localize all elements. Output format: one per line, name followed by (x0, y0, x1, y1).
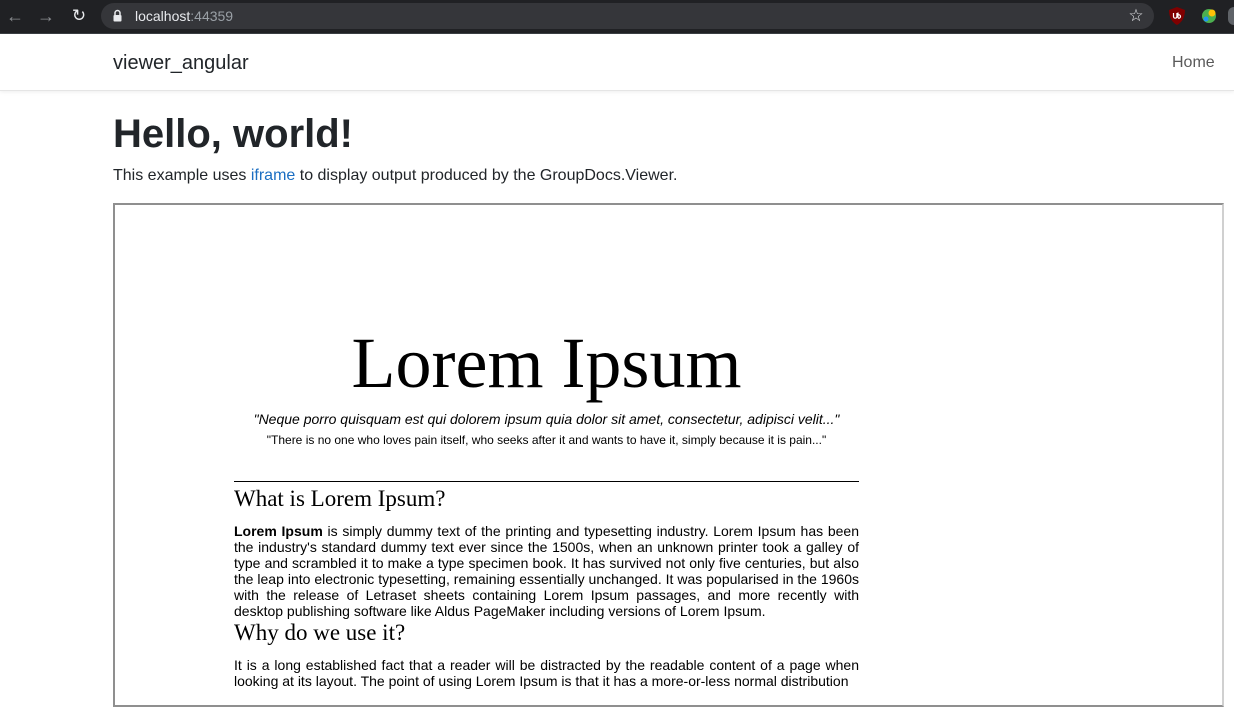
section-heading-why: Why do we use it? (234, 620, 406, 645)
bookmark-star-icon[interactable]: ☆ (1126, 6, 1146, 26)
forward-arrow-icon[interactable]: → (34, 4, 58, 28)
navbar-brand[interactable]: viewer_angular (113, 51, 249, 75)
address-bar[interactable]: localhost:44359 ☆ (101, 3, 1154, 29)
intro-text: This example uses iframe to display outp… (113, 166, 677, 186)
reload-icon[interactable]: ↻ (67, 4, 91, 28)
document-title: Lorem Ipsum (351, 323, 742, 403)
extension-partial-icon[interactable] (1228, 7, 1234, 25)
nav-link-home[interactable]: Home (1172, 53, 1215, 73)
extension-globe-icon[interactable] (1200, 7, 1218, 25)
document-iframe[interactable]: Lorem Ipsum "Neque porro quisquam est qu… (113, 203, 1224, 707)
section-paragraph-why: It is a long established fact that a rea… (234, 657, 859, 689)
url-text: localhost:44359 (135, 3, 233, 29)
english-quote: "There is no one who loves pain itself, … (266, 433, 827, 447)
horizontal-rule (234, 481, 859, 482)
section-paragraph-what: Lorem Ipsum is simply dummy text of the … (234, 523, 859, 619)
site-navbar: viewer_angular Home (0, 34, 1234, 91)
back-arrow-icon[interactable]: ← (3, 4, 27, 28)
iframe-link[interactable]: iframe (251, 167, 295, 184)
intro-text-before: This example uses (113, 167, 251, 184)
page-title: Hello, world! (113, 112, 353, 156)
url-host: localhost (135, 8, 191, 24)
browser-toolbar: ← → ↻ localhost:44359 ☆ (0, 0, 1234, 34)
lock-icon (113, 9, 122, 22)
bold-term: Lorem Ipsum (234, 523, 323, 539)
section-heading-what: What is Lorem Ipsum? (234, 486, 446, 511)
latin-quote: "Neque porro quisquam est qui dolorem ip… (253, 411, 840, 427)
intro-text-after: to display output produced by the GroupD… (295, 167, 678, 184)
section-paragraph-what-text: is simply dummy text of the printing and… (234, 523, 859, 619)
url-port: :44359 (190, 8, 234, 24)
ublock-extension-icon[interactable] (1169, 7, 1185, 25)
